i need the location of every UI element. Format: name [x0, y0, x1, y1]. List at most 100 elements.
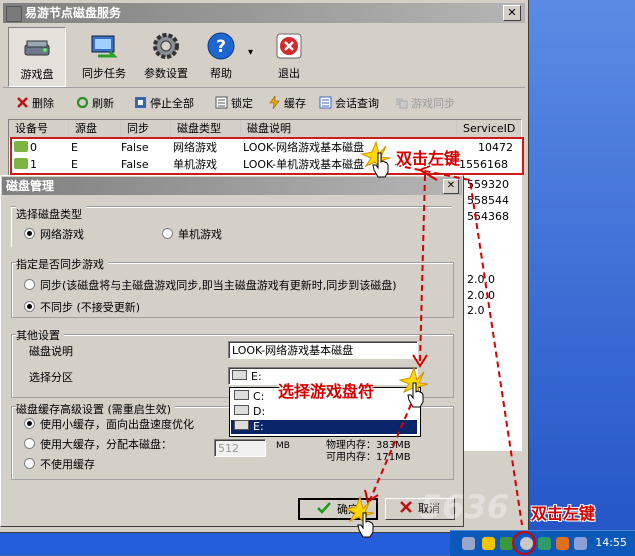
toolbar-settings-label: 参数设置	[144, 67, 188, 80]
dialog-titlebar[interactable]: 磁盘管理 ✕	[2, 177, 462, 195]
stop-all-button[interactable]: 停止全部	[134, 95, 194, 113]
refresh-button[interactable]: 刷新	[76, 95, 114, 113]
toolbar-exit-button[interactable]: 退出	[269, 27, 309, 85]
cache-group-title: 磁盘缓存高级设置 (需重启生效)	[16, 401, 176, 417]
radio-large-cache[interactable]: 使用大缓存，分配本磁盘：	[24, 438, 172, 452]
help-icon: ?	[205, 30, 237, 62]
toolbar-sync-task-button[interactable]: 同步任务	[75, 27, 133, 85]
radio-dot	[24, 228, 35, 239]
tray-icon[interactable]	[500, 537, 513, 550]
watermark: 5636	[420, 488, 510, 526]
help-dropdown-arrow[interactable]: ▾	[248, 47, 253, 58]
hand-cursor-icon	[357, 512, 374, 538]
app-icon	[6, 6, 22, 22]
drive-icon	[234, 390, 249, 400]
big-toolbar: 游戏盘 同步任务 参数设置 ? 帮助 ▾ 退出	[3, 25, 525, 88]
radio-dot	[162, 228, 173, 239]
hand-cursor-icon	[407, 382, 424, 408]
ok-label: 确定	[337, 503, 359, 516]
toolbar-game-disk-label: 游戏盘	[20, 68, 54, 81]
radio-dot	[24, 458, 35, 469]
radio-sync-label: 同步(该磁盘将与主磁盘游戏同步,即当主磁盘游戏有更新时,同步到该磁盘)	[40, 279, 397, 292]
col-disk-desc[interactable]: 磁盘说明	[241, 120, 457, 137]
cache-button[interactable]: 缓存	[268, 95, 306, 113]
gear-icon	[150, 30, 182, 62]
radio-small-cache-label: 使用小缓存，面向出盘速度优化	[40, 418, 194, 431]
tray-icon[interactable]	[482, 537, 495, 550]
available-memory-label: 可用内存：171MB	[326, 452, 411, 463]
annotation-select-drive: 选择游戏盘符	[278, 382, 375, 401]
cancel-x-icon	[400, 501, 418, 515]
radio-no-sync[interactable]: 不同步 (不接受更新)	[24, 301, 140, 315]
radio-dot	[24, 418, 35, 429]
stop-icon	[134, 96, 147, 109]
partition-option-label: D:	[253, 405, 266, 418]
partial-value: 2.0.0	[467, 273, 495, 286]
sync-group-title: 指定是否同步游戏	[16, 256, 108, 272]
annotation-double-click-tray: 双击左键	[531, 504, 596, 523]
main-close-button[interactable]: ✕	[503, 5, 521, 21]
delete-button[interactable]: 删除	[16, 95, 54, 113]
toolbar-help-button[interactable]: ? 帮助	[201, 27, 241, 85]
delete-x-icon	[16, 96, 29, 109]
tray-icon[interactable]	[538, 537, 551, 550]
main-window-title: 易游节点磁盘服务	[25, 6, 122, 20]
disk-type-group-title: 选择磁盘类型	[16, 206, 86, 222]
main-titlebar[interactable]: 易游节点磁盘服务 ✕	[3, 3, 525, 23]
drive-icon	[234, 420, 249, 430]
radio-dot	[24, 279, 35, 290]
radio-no-cache-label: 不使用缓存	[40, 458, 95, 471]
tray-icon[interactable]	[556, 537, 569, 550]
check-icon	[317, 502, 337, 516]
col-disk-type[interactable]: 磁盘类型	[171, 120, 241, 137]
exit-icon	[273, 30, 305, 62]
row-service-id: 554368	[467, 210, 509, 223]
toolbar-help-label: 帮助	[210, 67, 232, 80]
col-source[interactable]: 源盘	[69, 120, 121, 137]
toolbar-settings-button[interactable]: 参数设置	[137, 27, 195, 85]
radio-network-game-label: 网络游戏	[40, 228, 84, 241]
radio-sync[interactable]: 同步(该磁盘将与主磁盘游戏同步,即当主磁盘游戏有更新时,同步到该磁盘)	[24, 279, 397, 293]
drive-icon	[232, 370, 247, 380]
sync-task-icon	[88, 30, 120, 62]
delete-label: 删除	[32, 97, 54, 110]
session-query-button[interactable]: 会话查询	[319, 95, 379, 113]
col-service-id[interactable]: ServiceID	[457, 120, 521, 137]
partition-option-selected[interactable]: E:	[231, 420, 417, 434]
refresh-icon	[76, 96, 89, 109]
toolbar-game-disk-button[interactable]: 游戏盘	[8, 27, 66, 87]
annotation-double-click-top: 双击左键	[396, 149, 461, 168]
dialog-close-button[interactable]: ✕	[443, 179, 459, 194]
dialog-title: 磁盘管理	[6, 179, 55, 193]
radio-dot	[24, 301, 35, 312]
drive-icon	[234, 405, 249, 415]
lock-button[interactable]: 锁定	[215, 95, 253, 113]
game-sync-button[interactable]: 游戏同步	[395, 95, 455, 113]
radio-no-cache[interactable]: 不使用缓存	[24, 458, 95, 472]
game-sync-label: 游戏同步	[411, 97, 455, 110]
game-sync-icon	[395, 96, 408, 109]
clock[interactable]: 14:55	[595, 536, 627, 549]
cache-size-input[interactable]: 512	[214, 439, 266, 457]
tray-icon[interactable]	[574, 537, 587, 550]
small-toolbar: 删除 刷新 停止全部 锁定 缓存 会话查询 游戏同步	[3, 92, 525, 116]
refresh-label: 刷新	[92, 97, 114, 110]
partition-option[interactable]: D:	[231, 405, 417, 419]
radio-single-game-label: 单机游戏	[178, 228, 222, 241]
disk-service-tray-icon[interactable]	[520, 537, 533, 550]
col-sync[interactable]: 同步	[121, 120, 171, 137]
disk-desc-input[interactable]: LOOK-网络游戏基本磁盘	[228, 341, 418, 359]
radio-single-game[interactable]: 单机游戏	[162, 228, 222, 242]
lock-icon	[215, 96, 228, 109]
col-device[interactable]: 设备号	[9, 120, 69, 137]
tray-icon[interactable]	[462, 537, 475, 550]
row-service-id: 558544	[467, 194, 509, 207]
svg-text:?: ?	[216, 37, 226, 57]
radio-network-game[interactable]: 网络游戏	[24, 228, 84, 242]
session-query-icon	[319, 96, 332, 109]
partial-value: 2.0.0	[467, 289, 495, 302]
cache-unit-label: MB	[276, 441, 290, 451]
disk-manage-dialog: 磁盘管理 ✕ 选择磁盘类型 网络游戏 单机游戏 指定是否同步游戏 同步(该磁盘将…	[0, 175, 464, 527]
radio-small-cache[interactable]: 使用小缓存，面向出盘速度优化	[24, 418, 194, 432]
stop-all-label: 停止全部	[150, 97, 194, 110]
